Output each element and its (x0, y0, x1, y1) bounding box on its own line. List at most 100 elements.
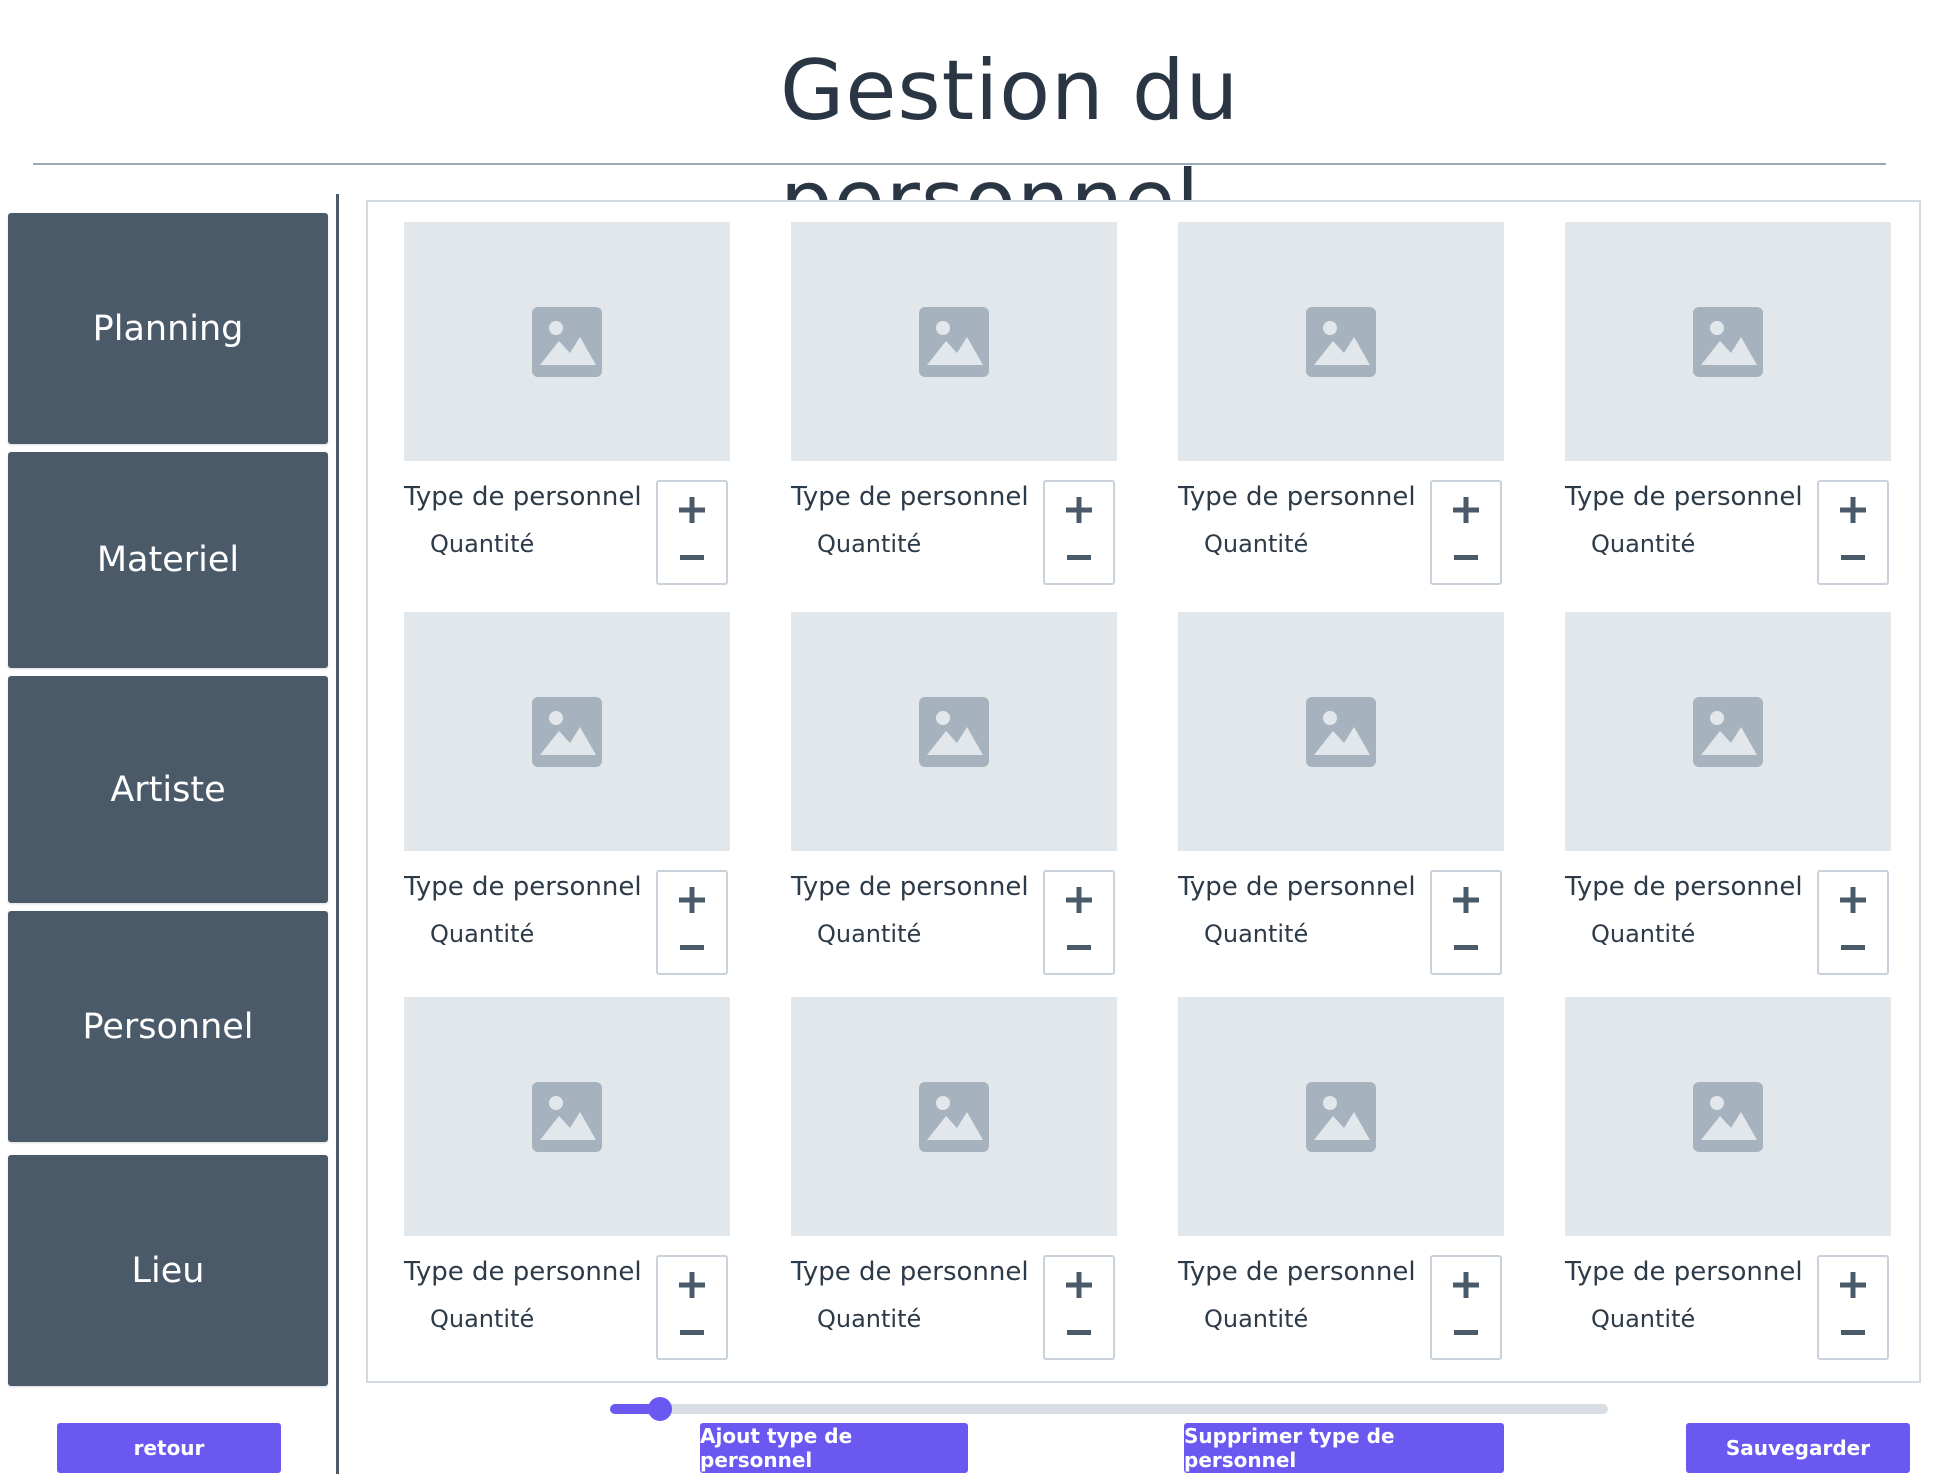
plus-icon (1066, 497, 1092, 523)
increment-button[interactable] (1819, 878, 1887, 922)
minus-icon (1067, 945, 1091, 950)
increment-button[interactable] (1432, 878, 1500, 922)
personnel-type-label: Type de personnel (1178, 482, 1416, 512)
card-image-placeholder (404, 997, 730, 1236)
card-image-placeholder (404, 612, 730, 851)
decrement-button[interactable] (658, 536, 726, 580)
back-button[interactable]: retour (57, 1423, 281, 1473)
image-placeholder-icon (532, 1081, 602, 1152)
increment-button[interactable] (658, 488, 726, 532)
increment-button[interactable] (1819, 1263, 1887, 1307)
sidebar-item-materiel[interactable]: Materiel (8, 452, 328, 668)
personnel-card: Type de personnel Quantité (1178, 997, 1504, 1360)
card-image-placeholder (791, 222, 1117, 461)
quantity-label: Quantité (1591, 1305, 1696, 1333)
quantity-label: Quantité (1204, 1305, 1309, 1333)
card-image-placeholder (404, 222, 730, 461)
quantity-stepper (1817, 1255, 1889, 1360)
quantity-label: Quantité (430, 920, 535, 948)
decrement-button[interactable] (1045, 536, 1113, 580)
quantity-stepper (656, 480, 728, 585)
plus-icon (1453, 497, 1479, 523)
sidebar-item-personnel[interactable]: Personnel (8, 911, 328, 1142)
decrement-button[interactable] (1819, 926, 1887, 970)
image-placeholder-icon (532, 306, 602, 377)
plus-icon (679, 497, 705, 523)
decrement-button[interactable] (1432, 926, 1500, 970)
image-placeholder-icon (919, 1081, 989, 1152)
personnel-type-label: Type de personnel (1178, 872, 1416, 902)
decrement-button[interactable] (658, 926, 726, 970)
minus-icon (1454, 945, 1478, 950)
image-placeholder-icon (1306, 1081, 1376, 1152)
quantity-stepper (1817, 870, 1889, 975)
quantity-label: Quantité (1591, 920, 1696, 948)
increment-button[interactable] (1045, 1263, 1113, 1307)
quantity-label: Quantité (1591, 530, 1696, 558)
card-image-placeholder (1178, 997, 1504, 1236)
quantity-label: Quantité (1204, 530, 1309, 558)
decrement-button[interactable] (1819, 1311, 1887, 1355)
image-placeholder-icon (1693, 306, 1763, 377)
plus-icon (679, 887, 705, 913)
decrement-button[interactable] (1045, 926, 1113, 970)
card-image-placeholder (1178, 612, 1504, 851)
sidebar-item-planning[interactable]: Planning (8, 213, 328, 444)
slider-track (610, 1404, 1608, 1414)
decrement-button[interactable] (658, 1311, 726, 1355)
increment-button[interactable] (1432, 1263, 1500, 1307)
personnel-card: Type de personnel Quantité (1565, 222, 1891, 585)
personnel-type-label: Type de personnel (1565, 1257, 1803, 1287)
quantity-label: Quantité (430, 530, 535, 558)
minus-icon (1454, 1330, 1478, 1335)
personnel-card: Type de personnel Quantité (791, 612, 1117, 975)
increment-button[interactable] (1432, 488, 1500, 532)
image-placeholder-icon (1693, 696, 1763, 767)
decrement-button[interactable] (1432, 536, 1500, 580)
image-placeholder-icon (532, 696, 602, 767)
card-image-placeholder (1565, 612, 1891, 851)
minus-icon (680, 945, 704, 950)
personnel-type-label: Type de personnel (791, 872, 1029, 902)
minus-icon (1454, 555, 1478, 560)
personnel-type-label: Type de personnel (404, 1257, 642, 1287)
personnel-card: Type de personnel Quantité (791, 222, 1117, 585)
increment-button[interactable] (1045, 488, 1113, 532)
card-image-placeholder (791, 612, 1117, 851)
increment-button[interactable] (658, 878, 726, 922)
card-image-placeholder (791, 997, 1117, 1236)
plus-icon (679, 1272, 705, 1298)
decrement-button[interactable] (1432, 1311, 1500, 1355)
personnel-type-label: Type de personnel (1178, 1257, 1416, 1287)
save-button[interactable]: Sauvegarder (1686, 1423, 1910, 1473)
slider-thumb[interactable] (647, 1397, 672, 1421)
minus-icon (680, 1330, 704, 1335)
sidebar-item-artiste[interactable]: Artiste (8, 676, 328, 903)
minus-icon (1841, 945, 1865, 950)
personnel-type-label: Type de personnel (404, 872, 642, 902)
minus-icon (1067, 1330, 1091, 1335)
add-personnel-type-button[interactable]: Ajout type de personnel (700, 1423, 968, 1473)
decrement-button[interactable] (1819, 536, 1887, 580)
increment-button[interactable] (658, 1263, 726, 1307)
grid-scroll-slider[interactable] (610, 1397, 1608, 1421)
card-image-placeholder (1565, 222, 1891, 461)
personnel-card: Type de personnel Quantité (1565, 997, 1891, 1360)
personnel-type-label: Type de personnel (404, 482, 642, 512)
increment-button[interactable] (1045, 878, 1113, 922)
minus-icon (1841, 1330, 1865, 1335)
personnel-card: Type de personnel Quantité (404, 222, 730, 585)
personnel-type-label: Type de personnel (791, 1257, 1029, 1287)
decrement-button[interactable] (1045, 1311, 1113, 1355)
plus-icon (1066, 887, 1092, 913)
image-placeholder-icon (919, 696, 989, 767)
personnel-type-label: Type de personnel (791, 482, 1029, 512)
quantity-stepper (656, 1255, 728, 1360)
plus-icon (1840, 887, 1866, 913)
increment-button[interactable] (1819, 488, 1887, 532)
quantity-label: Quantité (1204, 920, 1309, 948)
quantity-label: Quantité (817, 1305, 922, 1333)
delete-personnel-type-button[interactable]: Supprimer type de personnel (1184, 1423, 1504, 1473)
personnel-card: Type de personnel Quantité (404, 997, 730, 1360)
sidebar-item-lieu[interactable]: Lieu (8, 1155, 328, 1386)
